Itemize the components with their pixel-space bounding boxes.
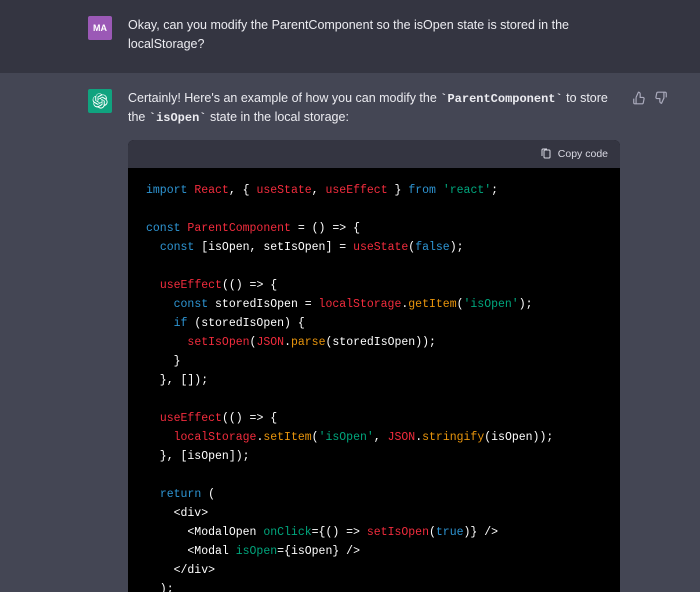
feedback-buttons bbox=[632, 91, 668, 111]
code-content: import React, { useState, useEffect } fr… bbox=[128, 168, 620, 592]
user-message-row: MA Okay, can you modify the ParentCompon… bbox=[0, 0, 700, 73]
openai-logo-icon bbox=[92, 93, 108, 109]
text-segment: state in the local storage: bbox=[206, 110, 348, 124]
inline-code: ParentComponent bbox=[440, 92, 562, 106]
inline-code: isOpen bbox=[149, 111, 207, 125]
user-avatar-initials: MA bbox=[93, 23, 107, 33]
code-header: Copy code bbox=[128, 140, 620, 168]
thumbs-down-icon[interactable] bbox=[654, 91, 668, 111]
user-message-text: Okay, can you modify the ParentComponent… bbox=[128, 16, 620, 55]
assistant-message: Certainly! Here's an example of how you … bbox=[128, 89, 620, 592]
user-message: Okay, can you modify the ParentComponent… bbox=[128, 16, 620, 57]
code-block: Copy code import React, { useState, useE… bbox=[128, 140, 620, 592]
text-segment: Certainly! Here's an example of how you … bbox=[128, 91, 440, 105]
copy-code-button[interactable]: Copy code bbox=[540, 146, 608, 162]
user-avatar: MA bbox=[88, 16, 112, 40]
assistant-intro-text: Certainly! Here's an example of how you … bbox=[128, 89, 620, 128]
copy-code-label: Copy code bbox=[558, 146, 608, 162]
assistant-avatar bbox=[88, 89, 112, 113]
assistant-message-row: Certainly! Here's an example of how you … bbox=[0, 73, 700, 592]
clipboard-icon bbox=[540, 148, 552, 160]
thumbs-up-icon[interactable] bbox=[632, 91, 646, 111]
